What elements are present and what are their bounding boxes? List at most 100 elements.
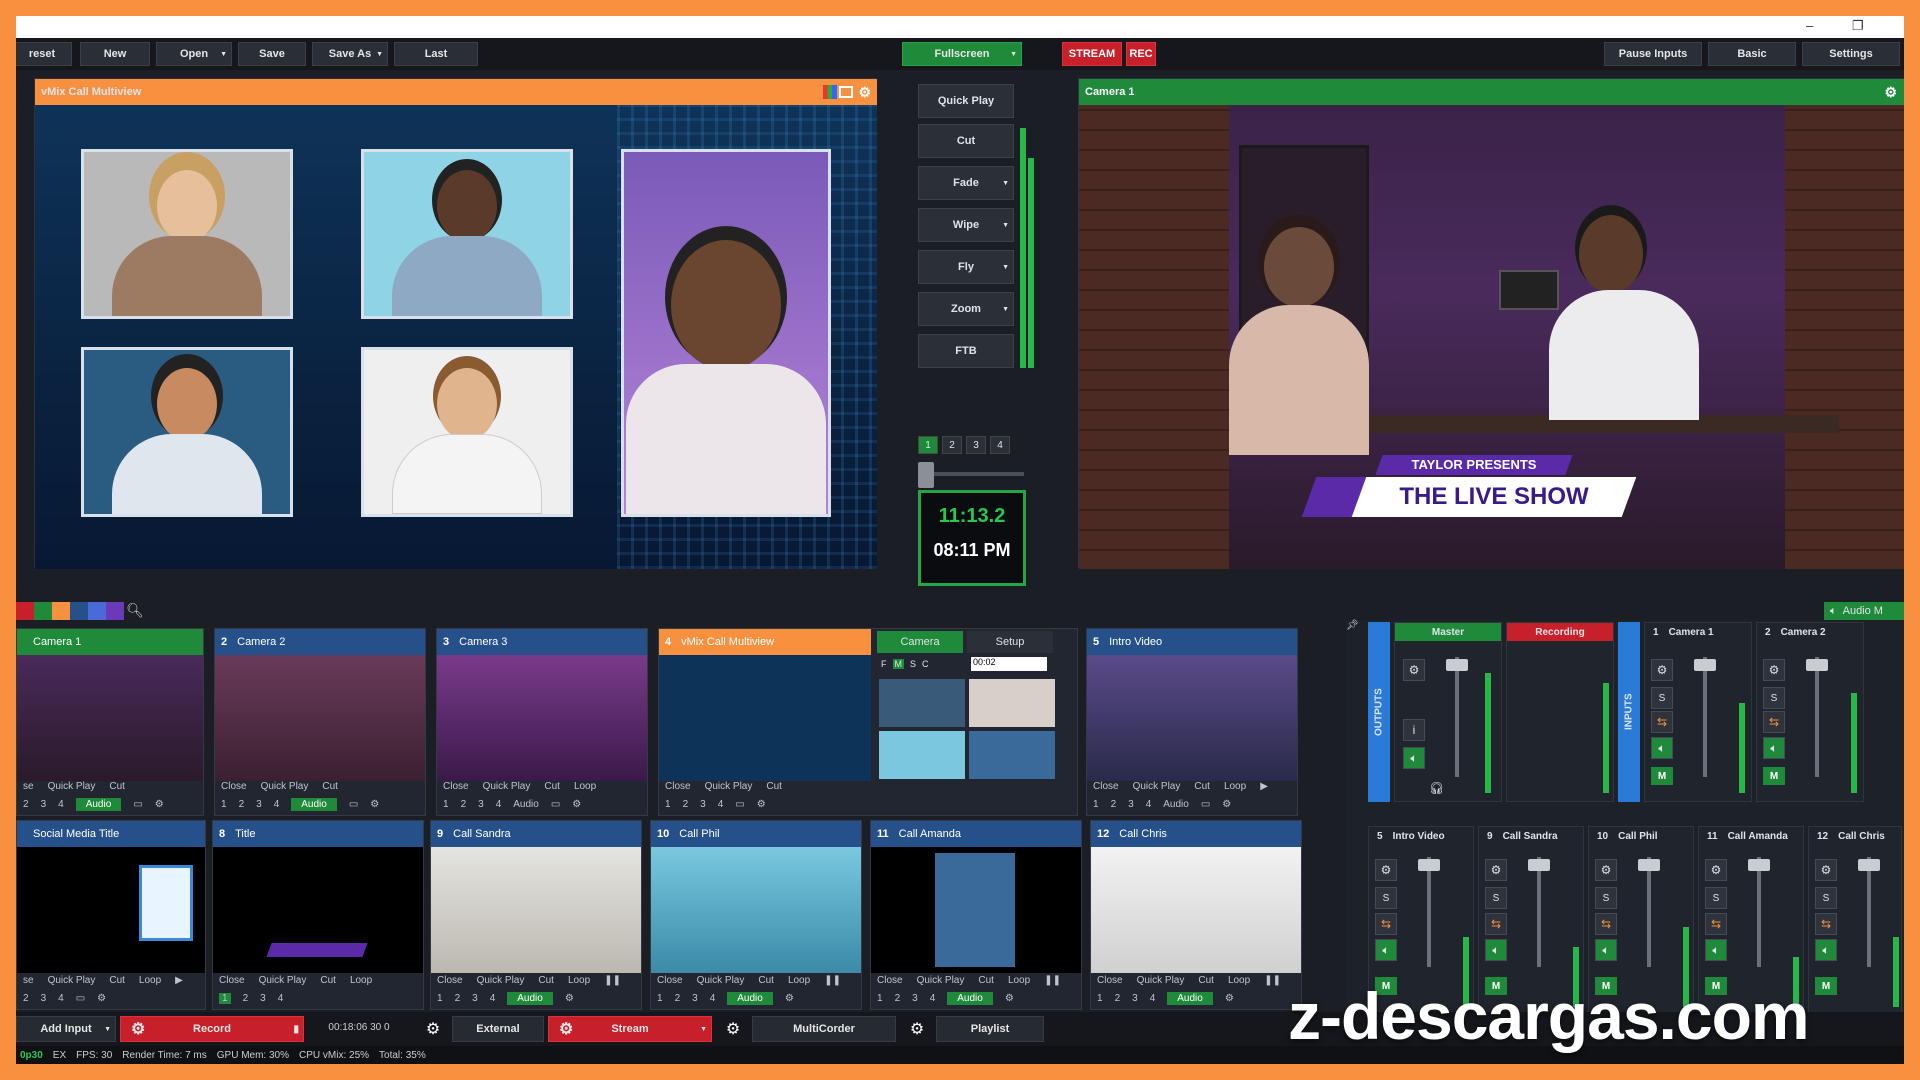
- solo-button[interactable]: S: [1763, 687, 1785, 709]
- cut-button[interactable]: Cut: [918, 124, 1014, 158]
- cut-button[interactable]: Cut: [322, 781, 338, 792]
- overlay-button[interactable]: 3: [1128, 799, 1134, 810]
- master-fader-knob[interactable]: [1446, 659, 1468, 671]
- fader-knob[interactable]: [1528, 859, 1550, 871]
- overlay-button[interactable]: 3: [912, 993, 918, 1004]
- preview-panel[interactable]: vMix Call Multiview ⚙: [34, 78, 877, 569]
- audio-button[interactable]: Audio: [507, 991, 553, 1005]
- stream-button[interactable]: STREAM: [1062, 42, 1122, 66]
- overlay-button[interactable]: 3: [1132, 993, 1138, 1004]
- quick-play-button[interactable]: Quick Play: [261, 781, 309, 792]
- solo-button[interactable]: S: [1705, 887, 1727, 909]
- overlay-button[interactable]: 1: [443, 799, 449, 810]
- arrow-icon[interactable]: ⇆: [1705, 913, 1727, 935]
- overlay-button[interactable]: 4: [1150, 993, 1156, 1004]
- overlay-2-button[interactable]: 2: [942, 436, 962, 454]
- gear-icon[interactable]: ⚙: [370, 799, 379, 810]
- pause-icon[interactable]: ❚❚: [604, 975, 621, 986]
- audio-button[interactable]: Audio: [1163, 799, 1189, 810]
- audio-button[interactable]: Audio: [727, 991, 773, 1005]
- cut-button[interactable]: Cut: [1198, 975, 1214, 986]
- solo-button[interactable]: S: [1815, 887, 1837, 909]
- minimize-icon[interactable]: –: [1806, 18, 1813, 33]
- color-tag-lightblue[interactable]: [88, 602, 106, 620]
- cut-button[interactable]: Cut: [758, 975, 774, 986]
- overlay-button[interactable]: 3: [41, 993, 47, 1004]
- gear-icon[interactable]: ⚙: [1705, 859, 1727, 881]
- zoom-button[interactable]: Zoom ▼: [918, 292, 1014, 326]
- loop-button[interactable]: Loop: [139, 975, 161, 986]
- monitor-icon[interactable]: ▭: [551, 799, 560, 810]
- save-button[interactable]: Save: [238, 42, 306, 66]
- solo-button[interactable]: S: [1595, 887, 1617, 909]
- stream-button[interactable]: ⚙ Stream ▼: [548, 1016, 712, 1042]
- fader-knob[interactable]: [1858, 859, 1880, 871]
- overlay-button[interactable]: 4: [930, 993, 936, 1004]
- monitor-icon[interactable]: ▭: [1201, 799, 1210, 810]
- loop-button[interactable]: Loop: [788, 975, 810, 986]
- add-input-button[interactable]: Add Input ▼: [16, 1016, 116, 1042]
- gear-icon[interactable]: ⚙: [858, 84, 871, 101]
- overlay-button[interactable]: 2: [683, 799, 689, 810]
- record-button[interactable]: ⚙ Record ▮: [120, 1016, 304, 1042]
- arrow-icon[interactable]: ⇆: [1485, 913, 1507, 935]
- input-tile[interactable]: 8 Title Close Quick Play Cut Loop 1 23 4: [212, 820, 424, 1010]
- play-icon[interactable]: ▶: [175, 975, 183, 986]
- overlay-1-button[interactable]: 1: [918, 436, 938, 454]
- ftb-button[interactable]: FTB: [918, 334, 1014, 368]
- overlay-button[interactable]: 2: [239, 799, 245, 810]
- overlay-button[interactable]: 2: [1115, 993, 1121, 1004]
- overlay-button[interactable]: 4: [710, 993, 716, 1004]
- cut-button[interactable]: Cut: [1194, 781, 1210, 792]
- gear-icon[interactable]: ⚙: [565, 993, 574, 1004]
- overlay-button[interactable]: 1: [219, 992, 231, 1004]
- m-button[interactable]: M: [1763, 767, 1785, 785]
- fader-knob[interactable]: [1806, 659, 1828, 671]
- t-bar-handle[interactable]: [918, 462, 934, 488]
- gear-icon[interactable]: ⚙: [1375, 859, 1397, 881]
- gear-icon[interactable]: ⚙: [900, 1016, 934, 1042]
- overlay-button[interactable]: 2: [243, 993, 249, 1004]
- fullscreen-button[interactable]: Fullscreen ▼: [902, 42, 1022, 66]
- cut-button[interactable]: Cut: [109, 781, 125, 792]
- gear-icon[interactable]: ⚙: [785, 993, 794, 1004]
- loop-button[interactable]: Loop: [574, 781, 596, 792]
- info-icon[interactable]: i: [1403, 719, 1425, 741]
- arrow-icon[interactable]: ⇆: [1763, 711, 1785, 733]
- overlay-button[interactable]: 4: [1146, 799, 1152, 810]
- quick-play-button[interactable]: Quick Play: [1137, 975, 1185, 986]
- save-as-button[interactable]: Save As ▼: [312, 42, 388, 66]
- settings-button[interactable]: Settings: [1802, 42, 1900, 66]
- gear-icon[interactable]: ⚙: [416, 1016, 450, 1042]
- call-setup-tab[interactable]: Setup: [967, 631, 1053, 653]
- gear-icon[interactable]: ⚙: [1225, 993, 1234, 1004]
- quick-play-button[interactable]: Quick Play: [1133, 781, 1181, 792]
- fader-knob[interactable]: [1694, 659, 1716, 671]
- m-button[interactable]: M: [1815, 977, 1837, 995]
- record-dropdown-icon[interactable]: ▮: [293, 1024, 299, 1035]
- pause-icon[interactable]: ❚❚: [824, 975, 841, 986]
- gear-icon[interactable]: ⚙: [716, 1016, 750, 1042]
- close-button[interactable]: Close: [1097, 975, 1123, 986]
- quick-play-button[interactable]: Quick Play: [483, 781, 531, 792]
- speaker-icon[interactable]: 🔈︎: [1815, 939, 1837, 961]
- quick-play-button[interactable]: Quick Play: [697, 975, 745, 986]
- pause-icon[interactable]: ❚❚: [1264, 975, 1281, 986]
- input-tile[interactable]: 3 Camera 3 Close Quick Play Cut Loop 1 2 3 4 Aud…: [436, 628, 648, 816]
- overlay-button[interactable]: 4: [58, 993, 64, 1004]
- close-button[interactable]: Close: [1093, 781, 1119, 792]
- flag-c[interactable]: C: [922, 659, 929, 669]
- arrow-icon[interactable]: ⇆: [1815, 913, 1837, 935]
- arrow-icon[interactable]: ⇆: [1375, 913, 1397, 935]
- input-tile[interactable]: 11 Call Amanda Close Quick Play Cut Loop ❚❚ 1…: [870, 820, 1082, 1010]
- overlay-3-button[interactable]: 3: [966, 436, 986, 454]
- cut-button[interactable]: Cut: [766, 781, 782, 792]
- audio-button[interactable]: Audio: [513, 799, 539, 810]
- quick-play-button[interactable]: Quick Play: [917, 975, 965, 986]
- speaker-icon[interactable]: 🔈︎: [1705, 939, 1727, 961]
- pause-inputs-button[interactable]: Pause Inputs: [1604, 42, 1702, 66]
- color-tag-blue[interactable]: [70, 602, 88, 620]
- gear-icon[interactable]: ⚙: [97, 993, 106, 1004]
- audio-button[interactable]: Audio: [75, 797, 122, 811]
- flag-m[interactable]: M: [892, 659, 904, 669]
